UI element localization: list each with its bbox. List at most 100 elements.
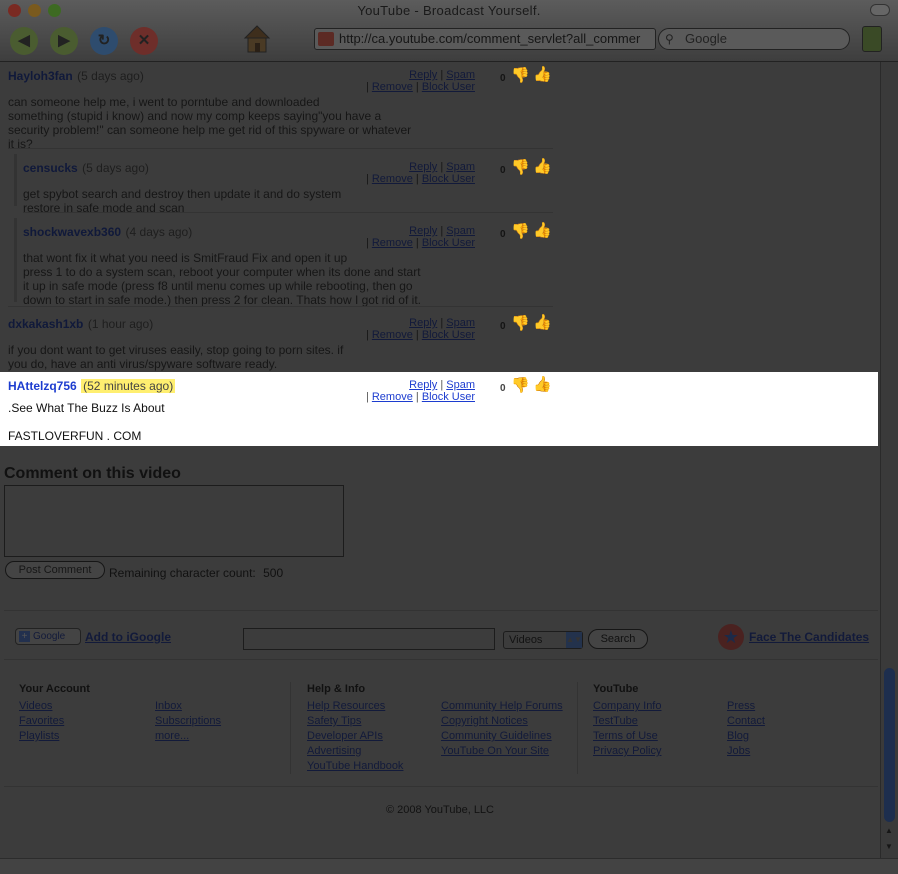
spam-link[interactable]: Spam	[446, 379, 475, 391]
comment-actions: Reply | Spam | Remove | Block User	[360, 225, 475, 249]
spam-link[interactable]: Spam	[446, 225, 475, 237]
thumbs-up-icon[interactable]: 👍	[533, 222, 552, 239]
block-user-link[interactable]: Block User	[422, 173, 475, 185]
thumbs-down-icon[interactable]: 👎	[511, 159, 530, 176]
reply-link[interactable]: Reply	[409, 69, 437, 81]
footer-link[interactable]: Videos	[19, 699, 90, 714]
google-search-field[interactable]: ⚲ Google	[658, 28, 850, 50]
comment-score: 0	[500, 73, 506, 84]
remove-link[interactable]: Remove	[372, 237, 413, 249]
footer-link[interactable]: Developer APIs	[307, 729, 403, 744]
igoogle-logo[interactable]: + Google	[15, 628, 81, 645]
thumbs-down-icon[interactable]: 👎	[511, 315, 530, 332]
thumbs-up-icon[interactable]: 👍	[533, 376, 552, 393]
scrollbar-thumb[interactable]	[884, 668, 895, 822]
footer-link[interactable]: more...	[155, 729, 221, 744]
footer-link[interactable]: Advertising	[307, 744, 403, 759]
footer-link[interactable]: Privacy Policy	[593, 744, 661, 759]
footer-link[interactable]: Terms of Use	[593, 729, 661, 744]
stop-button[interactable]: ✕	[130, 27, 158, 55]
reply-link[interactable]: Reply	[409, 161, 437, 173]
remove-link[interactable]: Remove	[372, 391, 413, 403]
footer-link[interactable]: Help Resources	[307, 699, 403, 714]
comment-line: you do, have an anti virus/spyware softw…	[8, 357, 278, 371]
chevron-down-icon: ▲▼	[566, 632, 582, 648]
toolbar-toggle-button[interactable]	[870, 4, 890, 16]
scroll-down-arrow-icon[interactable]: ▼	[885, 842, 893, 851]
separator: |	[440, 379, 444, 391]
footer-search-input[interactable]	[243, 628, 495, 650]
footer-link[interactable]: Favorites	[19, 714, 90, 729]
footer-link[interactable]: Press	[727, 699, 765, 714]
scroll-up-arrow-icon[interactable]: ▲	[885, 826, 893, 835]
footer-link[interactable]: Playlists	[19, 729, 90, 744]
reply-link[interactable]: Reply	[409, 317, 437, 329]
face-the-candidates-link[interactable]: Face The Candidates	[749, 630, 869, 644]
footer-link[interactable]: Contact	[727, 714, 765, 729]
thumbs-up-icon[interactable]: 👍	[533, 158, 552, 175]
spam-link[interactable]: Spam	[446, 161, 475, 173]
remove-link[interactable]: Remove	[372, 81, 413, 93]
forward-button[interactable]: ▶	[50, 27, 78, 55]
home-icon[interactable]	[243, 24, 271, 54]
footer-rule	[4, 786, 878, 787]
comment-line: .See What The Buzz Is About	[8, 401, 165, 415]
footer-search-button[interactable]: Search	[588, 629, 648, 649]
remove-link[interactable]: Remove	[372, 329, 413, 341]
separator: |	[365, 173, 369, 185]
divider	[8, 306, 553, 307]
post-comment-button[interactable]: Post Comment	[5, 561, 105, 579]
back-button[interactable]: ◀	[10, 27, 38, 55]
thumbs-down-icon[interactable]: 👎	[511, 67, 530, 84]
footer-link[interactable]: Community Guidelines	[441, 729, 563, 744]
footer-link[interactable]: Blog	[727, 729, 765, 744]
vertical-scrollbar[interactable]: ▲ ▼	[880, 62, 898, 858]
footer-link[interactable]: Company Info	[593, 699, 661, 714]
remove-link[interactable]: Remove	[372, 173, 413, 185]
reply-link[interactable]: Reply	[409, 225, 437, 237]
footer-link[interactable]: Copyright Notices	[441, 714, 563, 729]
comment-textarea[interactable]	[4, 485, 344, 557]
comment-item: censucks (5 days ago) get spybot search …	[23, 159, 583, 215]
comment-line: can someone help me, i went to porntube …	[8, 95, 320, 109]
block-user-link[interactable]: Block User	[422, 329, 475, 341]
block-user-link[interactable]: Block User	[422, 237, 475, 249]
page-content: Hayloh3fan (5 days ago) can someone help…	[0, 62, 880, 858]
address-bar[interactable]: http://ca.youtube.com/comment_servlet?al…	[314, 28, 656, 50]
spam-link[interactable]: Spam	[446, 69, 475, 81]
comment-time: (4 days ago)	[125, 225, 193, 239]
comment-username[interactable]: censucks	[23, 161, 78, 175]
comment-username[interactable]: HAttelzq756	[8, 379, 77, 393]
footer-link[interactable]: Jobs	[727, 744, 765, 759]
thumbs-down-icon[interactable]: 👎	[511, 223, 530, 240]
reload-button[interactable]: ↻	[90, 27, 118, 55]
spam-link[interactable]: Spam	[446, 317, 475, 329]
footer-link[interactable]: YouTube On Your Site	[441, 744, 563, 759]
footer-link[interactable]: Inbox	[155, 699, 221, 714]
footer-heading: Help & Info	[307, 683, 366, 695]
remaining-character-count: Remaining character count: 500	[109, 566, 283, 580]
comment-body: can someone help me, i went to porntube …	[8, 95, 568, 151]
block-user-link[interactable]: Block User	[422, 81, 475, 93]
search-type-select[interactable]: Videos ▲▼	[503, 631, 583, 649]
footer-link[interactable]: YouTube Handbook	[307, 759, 403, 774]
comment-time: (5 days ago)	[77, 69, 144, 83]
comment-score: 0	[500, 383, 506, 394]
add-to-igoogle-link[interactable]: Add to iGoogle	[85, 630, 171, 644]
footer-link[interactable]: Subscriptions	[155, 714, 221, 729]
footer-link[interactable]: Safety Tips	[307, 714, 403, 729]
comment-username[interactable]: Hayloh3fan	[8, 69, 73, 83]
separator: |	[415, 173, 419, 185]
footer-heading: Your Account	[19, 683, 90, 695]
thumbs-up-icon[interactable]: 👍	[533, 66, 552, 83]
thumbs-up-icon[interactable]: 👍	[533, 314, 552, 331]
comment-username[interactable]: shockwavexb360	[23, 225, 121, 239]
back-arrow-icon: ◀	[18, 32, 30, 49]
comment-username[interactable]: dxkakash1xb	[8, 317, 83, 331]
bookmark-icon[interactable]	[862, 26, 882, 52]
thumbs-down-icon[interactable]: 👎	[511, 377, 530, 394]
footer-link[interactable]: Community Help Forums	[441, 699, 563, 714]
reply-link[interactable]: Reply	[409, 379, 437, 391]
block-user-link[interactable]: Block User	[422, 391, 475, 403]
footer-link[interactable]: TestTube	[593, 714, 661, 729]
